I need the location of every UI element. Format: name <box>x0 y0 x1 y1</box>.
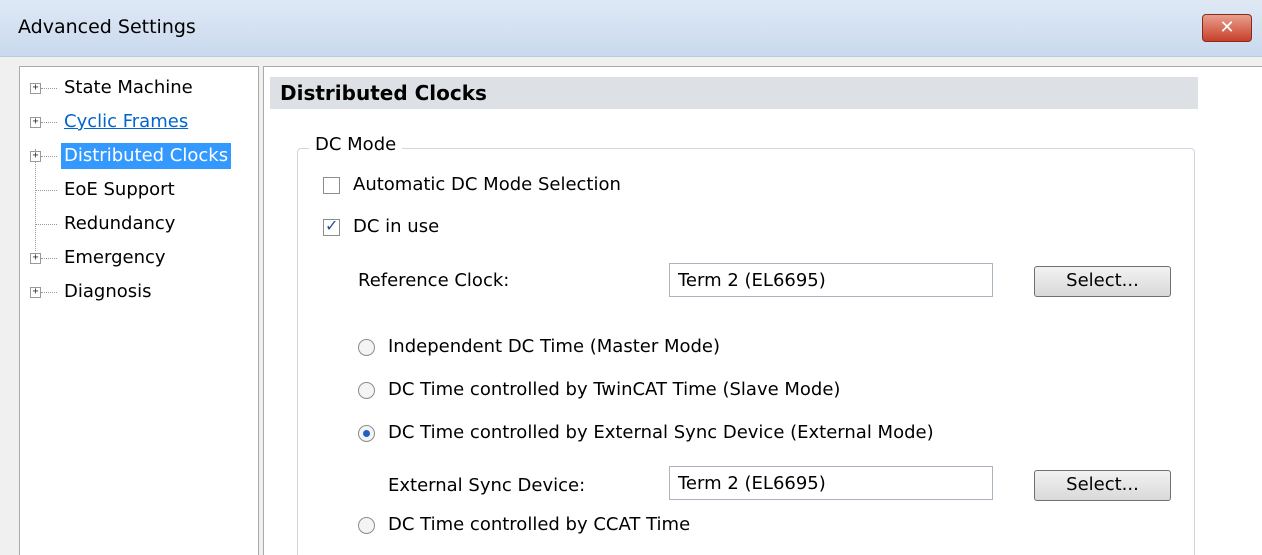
mode-ccat-label[interactable]: DC Time controlled by CCAT Time <box>388 514 690 535</box>
tree-item-label[interactable]: Diagnosis <box>61 279 155 305</box>
reference-clock-select-button[interactable]: Select... <box>1034 266 1171 297</box>
reference-clock-field[interactable]: Term 2 (EL6695) <box>669 263 993 297</box>
tree-connector <box>41 156 57 157</box>
mode-master-radio[interactable] <box>358 339 375 356</box>
tree-item-label[interactable]: EoE Support <box>61 177 178 203</box>
expand-icon[interactable]: + <box>30 83 41 94</box>
mode-ccat-radio[interactable] <box>358 517 375 534</box>
external-sync-device-label: External Sync Device: <box>388 475 586 496</box>
settings-panel: Distributed Clocks DC Mode Automatic DC … <box>263 66 1262 555</box>
mode-external-radio[interactable] <box>358 425 375 442</box>
expand-icon[interactable]: + <box>30 287 41 298</box>
tree-item-eoe-support[interactable]: EoE Support <box>20 174 258 204</box>
auto-dc-mode-label[interactable]: Automatic DC Mode Selection <box>353 174 621 195</box>
tree-item-label[interactable]: Emergency <box>61 245 169 271</box>
tree-item-redundancy[interactable]: Redundancy <box>20 208 258 238</box>
tree-item-label[interactable]: Redundancy <box>61 211 178 237</box>
tree-connector <box>41 292 57 293</box>
tree-connector <box>36 224 57 225</box>
tree-connector <box>36 190 57 191</box>
mode-master-label[interactable]: Independent DC Time (Master Mode) <box>388 336 720 357</box>
external-sync-device-field[interactable]: Term 2 (EL6695) <box>669 466 993 500</box>
expand-icon[interactable]: + <box>30 151 41 162</box>
tree-item-emergency[interactable]: + Emergency <box>20 242 258 272</box>
tree-item-cyclic-frames[interactable]: + Cyclic Frames <box>20 106 258 136</box>
external-sync-select-button[interactable]: Select... <box>1034 470 1171 501</box>
settings-tree: + State Machine + Cyclic Frames + Distri… <box>19 66 259 555</box>
reference-clock-label: Reference Clock: <box>358 270 510 291</box>
section-header: Distributed Clocks <box>270 77 1198 109</box>
tree-connector <box>41 88 57 89</box>
tree-connector <box>41 122 57 123</box>
tree-item-diagnosis[interactable]: + Diagnosis <box>20 276 258 306</box>
tree-item-distributed-clocks[interactable]: + Distributed Clocks <box>20 140 258 170</box>
tree-connector <box>41 258 57 259</box>
tree-item-label[interactable]: State Machine <box>61 75 196 101</box>
expand-icon[interactable]: + <box>30 253 41 264</box>
close-button[interactable]: ✕ <box>1202 14 1252 42</box>
mode-slave-radio[interactable] <box>358 382 375 399</box>
expand-icon[interactable]: + <box>30 117 41 128</box>
tree-item-state-machine[interactable]: + State Machine <box>20 72 258 102</box>
tree-item-label[interactable]: Cyclic Frames <box>61 109 191 135</box>
advanced-settings-dialog: Advanced Settings ✕ + State Machine + Cy… <box>0 0 1262 555</box>
section-title: Distributed Clocks <box>280 81 487 105</box>
title-bar[interactable]: Advanced Settings ✕ <box>0 0 1262 57</box>
dc-in-use-checkbox[interactable] <box>323 216 340 236</box>
mode-slave-label[interactable]: DC Time controlled by TwinCAT Time (Slav… <box>388 379 840 400</box>
dc-in-use-label[interactable]: DC in use <box>353 216 439 237</box>
group-title: DC Mode <box>309 134 403 155</box>
tree-item-label[interactable]: Distributed Clocks <box>61 143 232 169</box>
auto-dc-mode-checkbox[interactable] <box>323 177 340 194</box>
mode-external-label[interactable]: DC Time controlled by External Sync Devi… <box>388 422 934 443</box>
window-title: Advanced Settings <box>18 16 196 38</box>
